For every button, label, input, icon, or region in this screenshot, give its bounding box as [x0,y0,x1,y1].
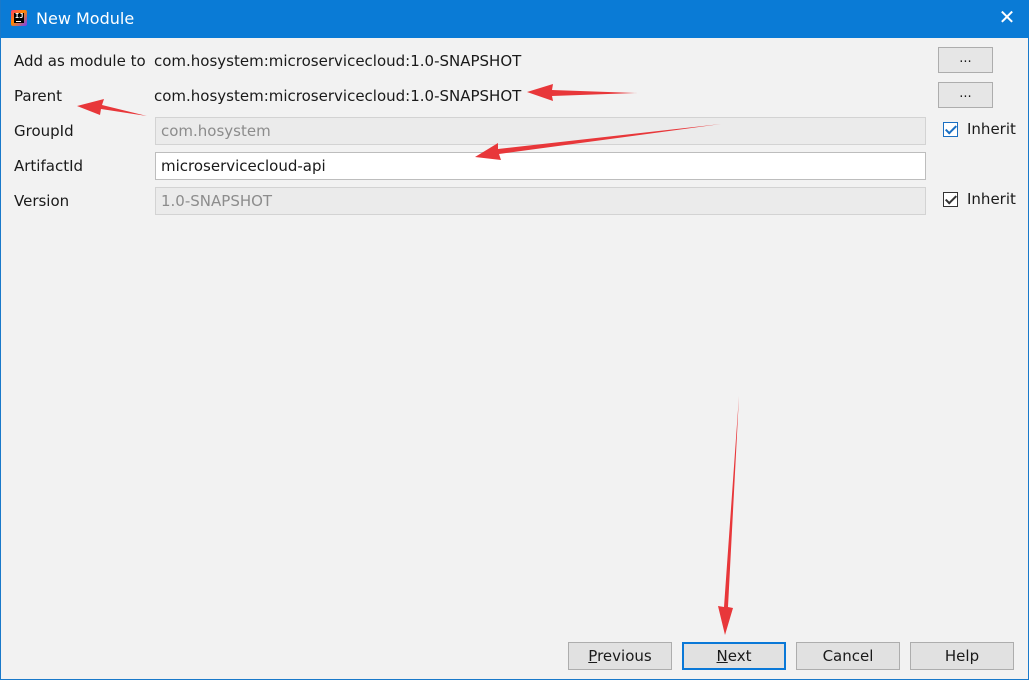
group-id-label: GroupId [14,122,74,140]
title-bar[interactable]: IJ New Module ✕ [1,0,1029,38]
red-arrow-icon [77,99,147,116]
check-icon [944,192,958,205]
red-arrow-icon [527,84,637,101]
parent-value: com.hosystem:microservicecloud:1.0-SNAPS… [154,87,522,105]
previous-label: revious [597,647,652,665]
next-mnemonic: N [716,647,728,665]
artifact-id-label: ArtifactId [14,157,84,175]
add-as-module-to-browse-button[interactable]: ... [938,47,993,73]
new-module-dialog: IJ New Module ✕ Add as module to com.hos… [0,0,1029,680]
previous-button[interactable]: Previous [568,642,672,670]
version-inherit-label[interactable]: Inherit [967,190,1016,208]
add-as-module-to-label: Add as module to [14,52,146,70]
version-field[interactable]: 1.0-SNAPSHOT [155,187,926,215]
close-icon[interactable]: ✕ [998,7,1016,27]
parent-label: Parent [14,87,63,105]
intellij-idea-icon: IJ [11,10,27,26]
window-title: New Module [36,9,135,28]
version-label: Version [14,192,70,210]
artifact-id-field[interactable]: microservicecloud-api [155,152,926,180]
parent-browse-button[interactable]: ... [938,82,993,108]
group-id-inherit-label[interactable]: Inherit [967,120,1016,138]
group-id-field[interactable]: com.hosystem [155,117,926,145]
add-as-module-to-value: com.hosystem:microservicecloud:1.0-SNAPS… [154,52,522,70]
next-button[interactable]: Next [682,642,786,670]
next-label: ext [727,647,752,665]
help-button[interactable]: Help [910,642,1014,670]
red-arrow-icon [718,396,739,635]
version-inherit-checkbox[interactable] [943,192,958,207]
check-icon [944,122,958,135]
previous-mnemonic: P [588,647,598,665]
cancel-button[interactable]: Cancel [796,642,900,670]
group-id-inherit-checkbox[interactable] [943,122,958,137]
